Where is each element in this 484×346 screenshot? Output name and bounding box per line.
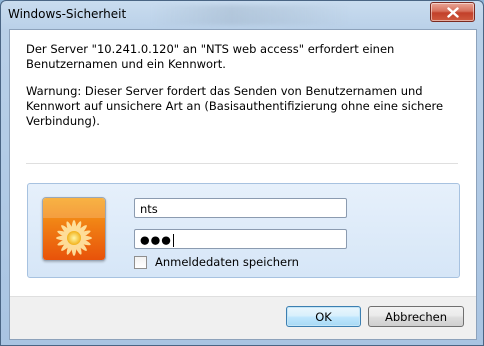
username-value: nts (140, 202, 158, 216)
password-input[interactable]: ●●● (134, 229, 347, 249)
remember-checkbox[interactable] (134, 255, 147, 269)
warning-message: Warnung: Dieser Server fordert das Sende… (26, 84, 444, 128)
aero-glass-background (151, 5, 351, 25)
button-bar: OK Abbrechen (10, 296, 476, 339)
user-tile-flower-icon (42, 197, 106, 261)
remember-label: Anmeldedaten speichern (155, 255, 299, 269)
title-bar[interactable]: Windows-Sicherheit (1, 1, 483, 28)
username-input[interactable]: nts (134, 198, 347, 218)
close-button[interactable] (430, 2, 475, 22)
password-mask: ●●● (140, 233, 172, 247)
ok-button[interactable]: OK (286, 306, 361, 327)
server-message: Der Server "10.241.0.120" an "NTS web ac… (26, 42, 395, 71)
dialog-window: Windows-Sicherheit Der Server "10.241.0.… (0, 0, 484, 346)
text-caret (172, 234, 174, 247)
credential-tile: nts ●●● Anmeldedaten speichern (27, 183, 460, 278)
cancel-button[interactable]: Abbrechen (368, 306, 464, 327)
remember-credentials-option[interactable]: Anmeldedaten speichern (134, 255, 299, 269)
divider (26, 163, 458, 164)
close-x-icon (446, 6, 459, 18)
dialog-content: Der Server "10.241.0.120" an "NTS web ac… (9, 29, 477, 340)
window-title: Windows-Sicherheit (8, 7, 127, 21)
